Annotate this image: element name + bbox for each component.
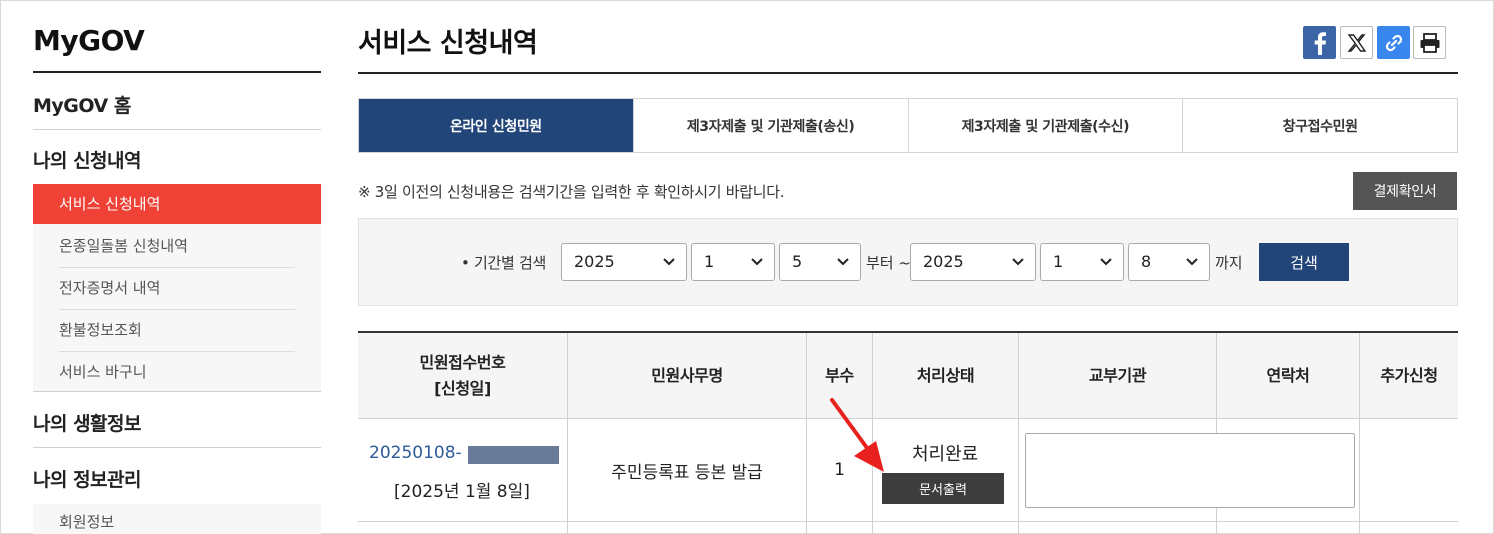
red-arrow-annotation (820, 392, 900, 482)
column-header-receipt-no: 민원접수번호 [신청일] (419, 353, 506, 398)
sidebar: MyGOV MyGOV 홈 나의 신청내역 서비스 신청내역 온종일돌봄 신청내… (33, 0, 321, 534)
sidebar-submenu: 회원정보 (33, 504, 321, 534)
sidebar-item-allday-care[interactable]: 온종일돌봄 신청내역 (33, 226, 321, 266)
from-month-value: 1 (704, 252, 715, 271)
tab-counter-requests[interactable]: 창구접수민원 (1182, 99, 1457, 152)
tab-third-party-sent[interactable]: 제3자제출 및 기관제출(송신) (632, 99, 908, 152)
sidebar-section-requests[interactable]: 나의 신청내역 (33, 146, 321, 173)
column-header-request-name: 민원사무명 (651, 366, 723, 385)
x-icon[interactable] (1340, 26, 1373, 59)
sidebar-item-refund-info[interactable]: 환불정보조회 (33, 310, 321, 350)
sidebar-item-e-certificates[interactable]: 전자증명서 내역 (33, 268, 321, 308)
sidebar-submenu: 서비스 신청내역 온종일돌봄 신청내역 전자증명서 내역 환불정보조회 서비스 … (33, 184, 321, 391)
sidebar-item-service-basket[interactable]: 서비스 바구니 (33, 352, 321, 392)
from-year-value: 2025 (574, 252, 615, 271)
sidebar-divider (33, 129, 321, 130)
row-divider (358, 521, 1458, 522)
request-date: [2025년 1월 8일] (394, 482, 530, 502)
from-label: 부터 ~ (866, 254, 911, 272)
facebook-icon[interactable] (1303, 26, 1336, 59)
payment-confirmation-button[interactable]: 결제확인서 (1353, 172, 1457, 210)
tab-bar: 온라인 신청민원 제3자제출 및 기관제출(송신) 제3자제출 및 기관제출(수… (358, 98, 1458, 153)
title-divider (358, 72, 1458, 74)
to-label: 까지 (1215, 254, 1243, 272)
link-icon[interactable] (1377, 26, 1410, 59)
sidebar-section-life-info[interactable]: 나의 생활정보 (33, 409, 321, 436)
search-button[interactable]: 검색 (1259, 243, 1349, 281)
sidebar-divider (33, 447, 321, 448)
column-divider (1018, 333, 1019, 534)
page-title: 서비스 신청내역 (358, 28, 538, 59)
receipt-number-link[interactable]: 20250108- (369, 443, 462, 463)
chevron-down-icon (750, 244, 764, 294)
chevron-down-icon (662, 244, 676, 294)
chevron-down-icon (836, 244, 850, 294)
request-name-cell: 주민등록표 등본 발급 (611, 462, 763, 483)
column-header-issuing-agency: 교부기관 (1088, 366, 1147, 385)
to-month-select[interactable]: 1 (1040, 243, 1124, 281)
notice-text: ※ 3일 이전의 신청내용은 검색기간을 입력한 후 확인하시기 바랍니다. (358, 183, 785, 201)
sidebar-item-member-info[interactable]: 회원정보 (33, 507, 321, 534)
sidebar-title-divider (33, 71, 321, 73)
sidebar-item-service-requests[interactable]: 서비스 신청내역 (33, 184, 321, 224)
search-label: • 기간별 검색 (461, 254, 546, 272)
from-year-select[interactable]: 2025 (561, 243, 687, 281)
from-month-select[interactable]: 1 (691, 243, 775, 281)
to-day-value: 8 (1141, 252, 1152, 271)
to-day-select[interactable]: 8 (1128, 243, 1210, 281)
from-day-value: 5 (792, 252, 803, 271)
column-header-contact: 연락처 (1266, 366, 1310, 385)
issuing-agency-box (1025, 433, 1355, 508)
from-day-select[interactable]: 5 (779, 243, 861, 281)
to-year-select[interactable]: 2025 (910, 243, 1036, 281)
column-header-additional-request: 추가신청 (1380, 366, 1438, 385)
column-divider (1359, 333, 1360, 534)
chevron-down-icon (1011, 244, 1025, 294)
masked-receipt-number (468, 446, 559, 464)
chevron-down-icon (1185, 244, 1199, 294)
sidebar-divider (33, 391, 321, 392)
tab-online-requests[interactable]: 온라인 신청민원 (359, 99, 633, 152)
chevron-down-icon (1099, 244, 1113, 294)
status-text: 처리완료 (912, 444, 979, 465)
sidebar-section-info-management[interactable]: 나의 정보관리 (33, 465, 321, 492)
to-year-value: 2025 (923, 252, 964, 271)
sidebar-item-home[interactable]: MyGOV 홈 (33, 91, 321, 118)
to-month-value: 1 (1053, 252, 1064, 271)
print-icon[interactable] (1413, 26, 1446, 59)
sidebar-title[interactable]: MyGOV (33, 24, 145, 57)
print-document-button[interactable]: 문서출력 (882, 473, 1004, 504)
tab-third-party-received[interactable]: 제3자제출 및 기관제출(수신) (907, 99, 1183, 152)
